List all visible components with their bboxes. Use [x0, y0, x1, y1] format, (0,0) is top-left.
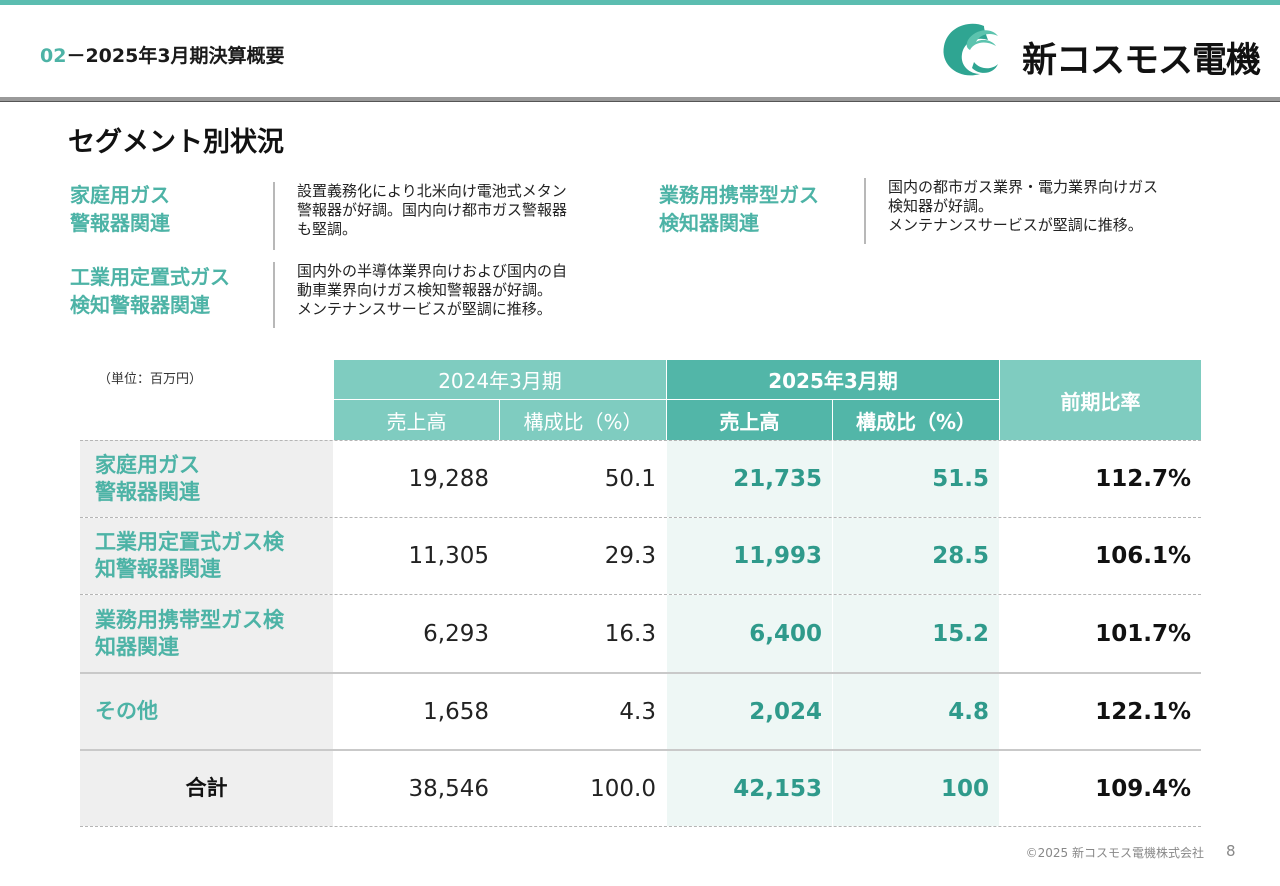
row-divider	[80, 749, 1201, 751]
header-curr-ratio: 構成比（%）	[833, 400, 999, 440]
table-cell: 28.5	[833, 518, 999, 594]
logo-text: 新コスモス電機	[1022, 41, 1261, 81]
header-yoy: 前期比率	[1000, 360, 1201, 440]
table-cell: 21,735	[667, 440, 832, 517]
table-cell: 109.4%	[1095, 775, 1191, 802]
segment-desc-household: 設置義務化により北米向け電池式メタン 警報器が好調。国内向け都市ガス警報器 も堅…	[273, 182, 567, 250]
row-divider	[80, 440, 1201, 441]
table-cell: 42,153	[667, 751, 832, 826]
table-cell: 19,288	[408, 465, 489, 492]
segment-desc-industrial: 国内外の半導体業界向けおよび国内の自 動車業界向けガス検知警報器が好調。 メンテ…	[273, 262, 567, 328]
table-cell: 16.3	[604, 620, 656, 647]
segment-name-household: 家庭用ガス 警報器関連	[70, 183, 170, 235]
row-label-portable: 業務用携帯型ガス検 知器関連	[80, 595, 333, 672]
header-divider	[0, 97, 1280, 102]
segment-name-portable: 業務用携帯型ガス 検知器関連	[659, 183, 819, 235]
page-number: 8	[1226, 842, 1236, 860]
row-divider	[80, 517, 1201, 518]
table-cell: 11,305	[408, 543, 489, 569]
table-cell: 50.1	[604, 465, 656, 492]
table-cell: 4.8	[833, 674, 999, 749]
section-title: セグメント別状況	[68, 127, 284, 158]
table-cell: 1,658	[423, 698, 489, 725]
header-curr-sales: 売上高	[667, 400, 832, 440]
table-cell: 100.0	[590, 775, 656, 802]
table-cell: 6,293	[423, 620, 489, 647]
header-prev-sales: 売上高	[334, 400, 499, 440]
table-cell: 51.5	[833, 440, 999, 517]
header-title-text: －2025年3月期決算概要	[66, 45, 285, 67]
table-cell: 38,546	[408, 775, 489, 802]
table-cell: 101.7%	[1095, 620, 1191, 647]
row-label-total: 合計	[80, 751, 333, 826]
row-label-household: 家庭用ガス 警報器関連	[80, 440, 333, 517]
company-logo: 新コスモス電機	[940, 20, 1261, 81]
table-cell: 4.3	[619, 698, 656, 725]
table-cell: 100	[833, 751, 999, 826]
header-period-curr: 2025年3月期	[667, 360, 999, 399]
table-cell: 2,024	[667, 674, 832, 749]
header-title: 02－2025年3月期決算概要	[40, 41, 285, 68]
section-number: 02	[40, 45, 67, 67]
row-label-other: その他	[80, 674, 333, 749]
header-period-prev: 2024年3月期	[334, 360, 666, 399]
row-divider	[80, 672, 1201, 674]
top-accent-bar	[0, 0, 1280, 5]
segment-name-industrial: 工業用定置式ガス 検知警報器関連	[70, 265, 230, 317]
copyright: ©2025 新コスモス電機株式会社	[1025, 846, 1204, 860]
header-prev-ratio: 構成比（%）	[500, 400, 666, 440]
table-cell: 29.3	[604, 543, 656, 569]
table-cell: 15.2	[833, 595, 999, 672]
row-divider	[80, 594, 1201, 595]
segment-desc-portable: 国内の都市ガス業界・電力業界向けガス 検知器が好調。 メンテナンスサービスが堅調…	[864, 178, 1158, 244]
unit-label: （単位：百万円）	[98, 372, 203, 387]
table-cell: 6,400	[667, 595, 832, 672]
table-cell: 112.7%	[1095, 465, 1191, 492]
logo-mark-icon	[943, 23, 998, 76]
row-divider	[80, 826, 1201, 827]
table-cell: 122.1%	[1095, 698, 1191, 725]
table-cell: 11,993	[667, 518, 832, 594]
row-label-industrial: 工業用定置式ガス検 知警報器関連	[80, 518, 333, 594]
table-cell: 106.1%	[1095, 543, 1191, 569]
